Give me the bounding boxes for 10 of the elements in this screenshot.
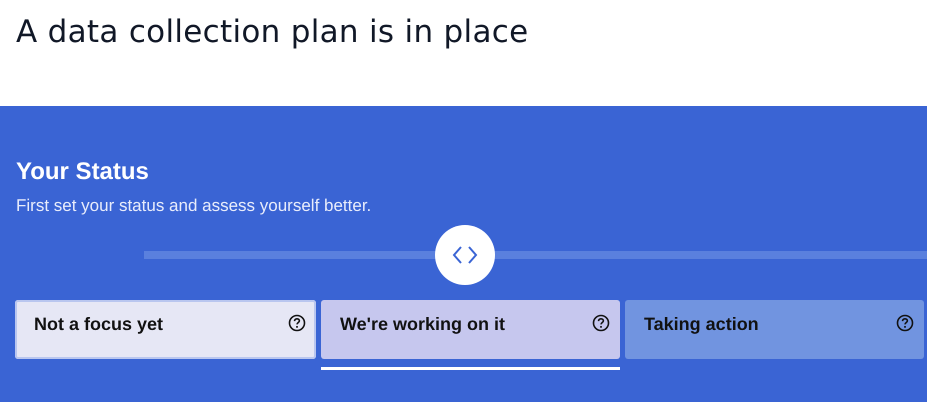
status-title: Your Status bbox=[16, 157, 150, 187]
page-heading: A data collection plan is in place bbox=[16, 14, 530, 50]
status-subtitle: First set your status and assess yourself better. bbox=[16, 195, 372, 217]
help-icon[interactable] bbox=[288, 314, 306, 332]
chevrons-icon bbox=[451, 244, 480, 266]
status-option[interactable]: Not a focus yet bbox=[15, 300, 316, 359]
status-option[interactable]: Taking action bbox=[625, 300, 924, 359]
status-option[interactable]: We're working on it bbox=[321, 300, 620, 359]
help-icon[interactable] bbox=[896, 314, 914, 332]
help-icon[interactable] bbox=[592, 314, 610, 332]
